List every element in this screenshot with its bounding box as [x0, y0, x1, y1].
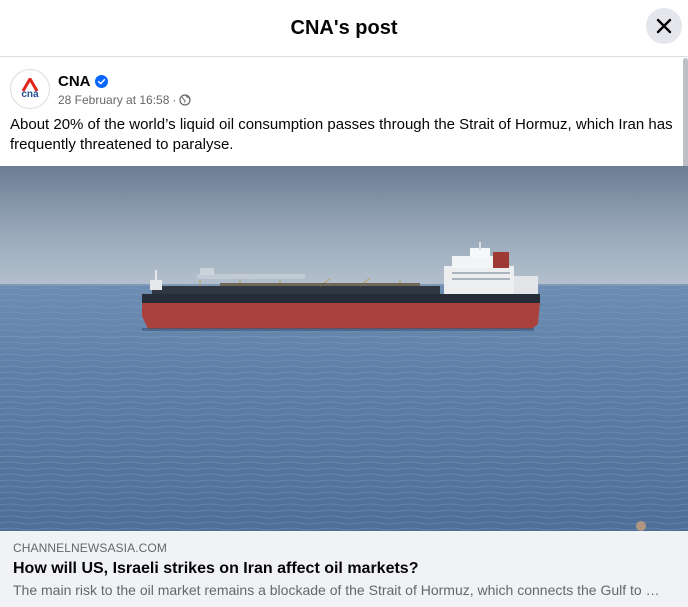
- oil-tanker-photo: [0, 166, 688, 531]
- link-title[interactable]: How will US, Israeli strikes on Iran aff…: [13, 560, 675, 578]
- post-meta: CNA 28 February at 16:58 ·: [58, 71, 192, 107]
- link-description: The main risk to the oil market remains …: [13, 582, 663, 598]
- avatar-logo-text: cna: [21, 89, 39, 100]
- post-image[interactable]: [0, 166, 688, 531]
- close-icon: [656, 18, 672, 34]
- verified-badge-icon: [94, 74, 108, 88]
- avatar[interactable]: cna: [10, 69, 50, 109]
- dialog-header: CNA's post: [0, 0, 688, 57]
- close-button[interactable]: [646, 8, 682, 44]
- link-preview-card[interactable]: CHANNELNEWSASIA.COM How will US, Israeli…: [0, 531, 688, 607]
- meta-separator: ·: [172, 93, 177, 107]
- link-domain: CHANNELNEWSASIA.COM: [13, 541, 167, 555]
- globe-icon[interactable]: [179, 94, 192, 106]
- post-timestamp-link[interactable]: 28 February at 16:58: [58, 93, 169, 107]
- post-header: cna CNA 28 February at 16:58 ·: [10, 68, 192, 110]
- dialog-title: CNA's post: [290, 16, 398, 39]
- page-name-link[interactable]: CNA: [58, 73, 91, 90]
- post-caption: About 20% of the world’s liquid oil cons…: [10, 116, 673, 153]
